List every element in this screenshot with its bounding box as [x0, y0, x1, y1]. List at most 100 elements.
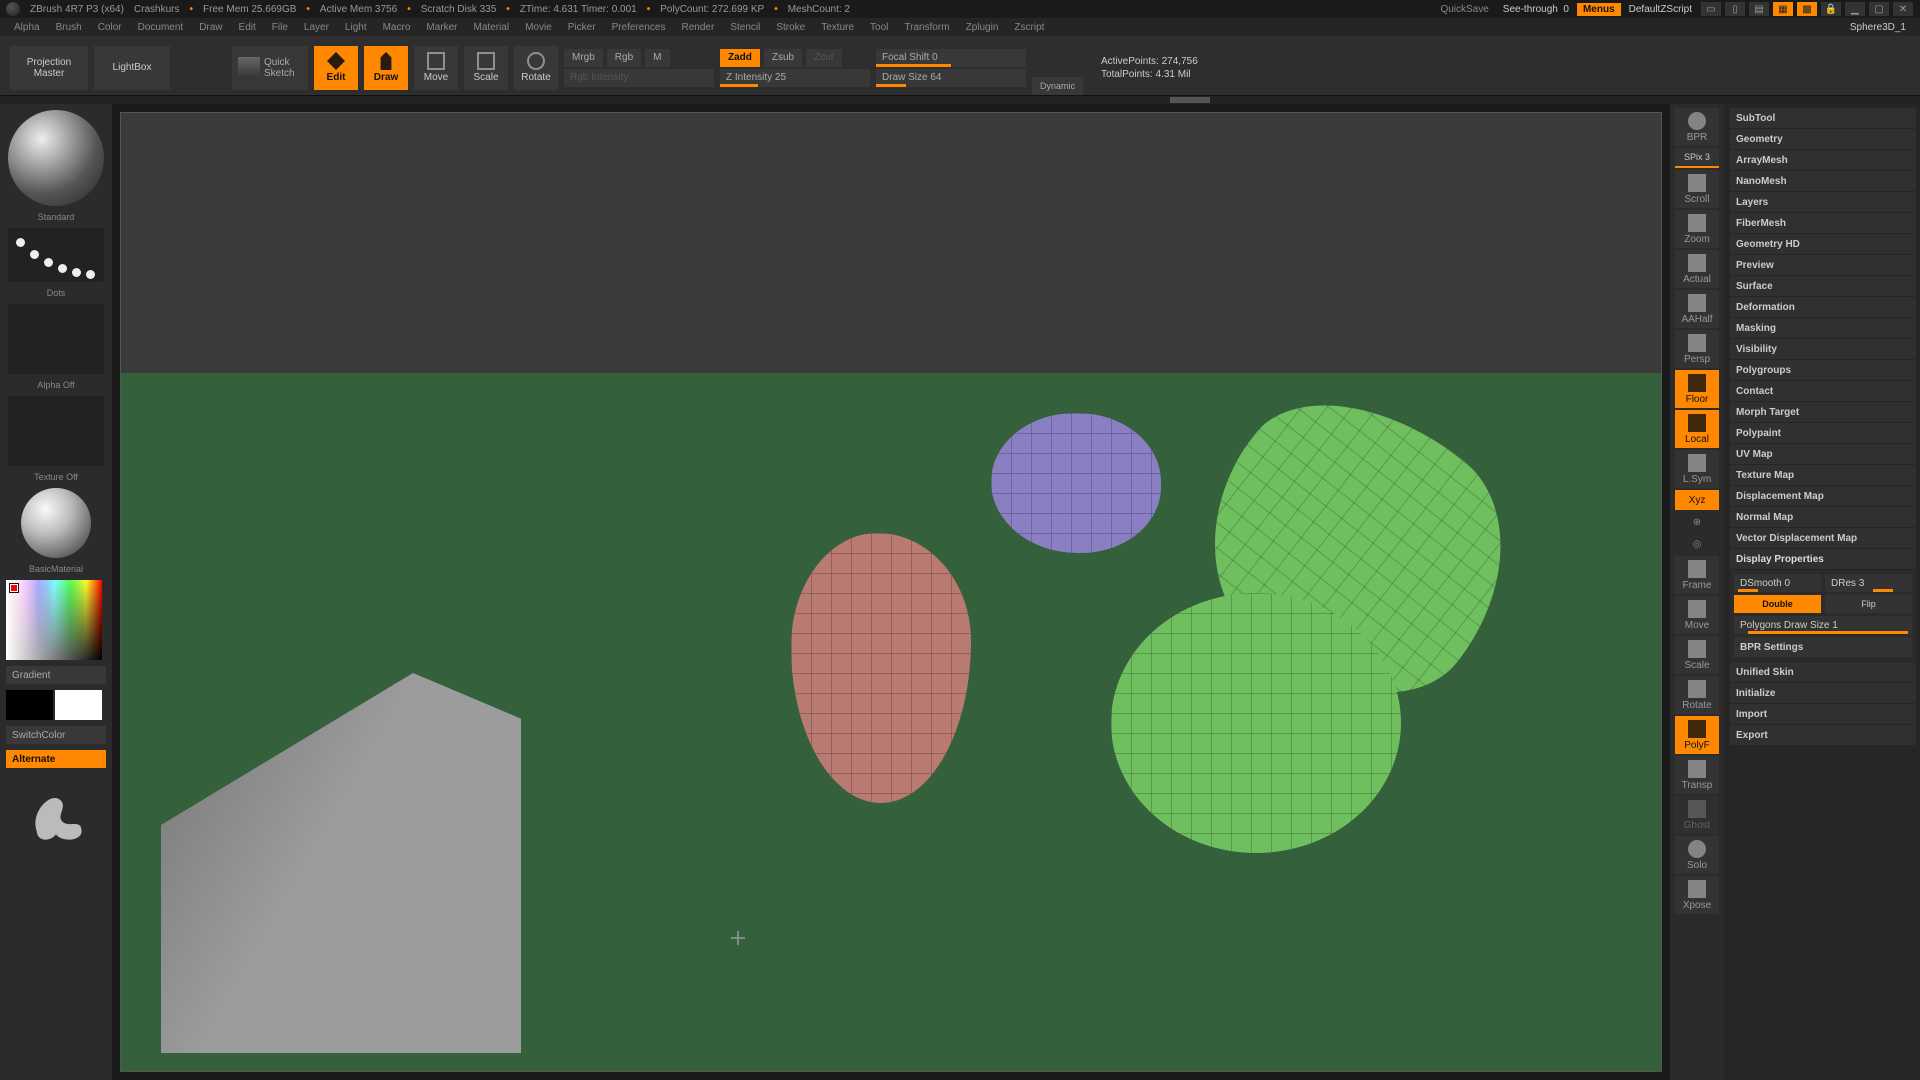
aahalf-button[interactable]: AAHalf	[1675, 290, 1719, 328]
timeline-strip[interactable]	[0, 96, 1920, 104]
xpose-button[interactable]: Xpose	[1675, 876, 1719, 914]
menu-layer[interactable]: Layer	[298, 21, 335, 34]
section-morphtarget[interactable]: Morph Target	[1730, 402, 1916, 422]
section-masking[interactable]: Masking	[1730, 318, 1916, 338]
spix-slider[interactable]: SPix 3	[1675, 148, 1719, 168]
dsmooth-slider[interactable]: DSmooth 0	[1734, 574, 1821, 592]
menu-stencil[interactable]: Stencil	[724, 21, 766, 34]
menu-stroke[interactable]: Stroke	[770, 21, 811, 34]
section-geometry[interactable]: Geometry	[1730, 129, 1916, 149]
section-contact[interactable]: Contact	[1730, 381, 1916, 401]
center-icon[interactable]: ⊕	[1675, 512, 1719, 532]
dres-slider[interactable]: DRes 3	[1825, 574, 1912, 592]
menu-transform[interactable]: Transform	[898, 21, 955, 34]
gradient-toggle[interactable]: Gradient	[6, 666, 106, 684]
menu-color[interactable]: Color	[92, 21, 128, 34]
section-initialize[interactable]: Initialize	[1730, 683, 1916, 703]
draw-mode-button[interactable]: Draw	[364, 46, 408, 90]
edit-mode-button[interactable]: Edit	[314, 46, 358, 90]
default-script[interactable]: DefaultZScript	[1623, 3, 1698, 16]
nav-move-button[interactable]: Move	[1675, 596, 1719, 634]
section-vdispmap[interactable]: Vector Displacement Map	[1730, 528, 1916, 548]
menu-edit[interactable]: Edit	[233, 21, 262, 34]
menu-preferences[interactable]: Preferences	[606, 21, 672, 34]
section-deformation[interactable]: Deformation	[1730, 297, 1916, 317]
persp-button[interactable]: Persp	[1675, 330, 1719, 368]
section-polygroups[interactable]: Polygroups	[1730, 360, 1916, 380]
menu-draw[interactable]: Draw	[193, 21, 228, 34]
lsym-button[interactable]: L.Sym	[1675, 450, 1719, 488]
layout-b-icon[interactable]: ▯	[1724, 1, 1746, 17]
rgb-toggle[interactable]: Rgb	[607, 49, 641, 67]
zcut-toggle[interactable]: Zcut	[806, 49, 841, 67]
brush-preview[interactable]	[8, 110, 104, 206]
stroke-preview[interactable]	[8, 228, 104, 282]
section-unifiedskin[interactable]: Unified Skin	[1730, 662, 1916, 682]
scale-mode-button[interactable]: Scale	[464, 46, 508, 90]
flip-toggle[interactable]: Flip	[1825, 595, 1912, 613]
section-texturemap[interactable]: Texture Map	[1730, 465, 1916, 485]
actual-button[interactable]: Actual	[1675, 250, 1719, 288]
scroll-button[interactable]: Scroll	[1675, 170, 1719, 208]
active-tool-label[interactable]: Sphere3D_1	[1844, 21, 1912, 34]
zsub-toggle[interactable]: Zsub	[764, 49, 802, 67]
menu-alpha[interactable]: Alpha	[8, 21, 46, 34]
bpr-settings-section[interactable]: BPR Settings	[1734, 637, 1912, 657]
menu-document[interactable]: Document	[132, 21, 190, 34]
menu-texture[interactable]: Texture	[815, 21, 860, 34]
section-layers[interactable]: Layers	[1730, 192, 1916, 212]
zoom-button[interactable]: Zoom	[1675, 210, 1719, 248]
draw-size-slider[interactable]: Draw Size 64	[876, 69, 1026, 87]
alpha-preview[interactable]	[8, 304, 104, 374]
section-geometryhd[interactable]: Geometry HD	[1730, 234, 1916, 254]
nav-rotate-button[interactable]: Rotate	[1675, 676, 1719, 714]
menu-file[interactable]: File	[266, 21, 294, 34]
primary-color-swatch[interactable]	[55, 690, 102, 720]
layout-d-icon[interactable]: ▦	[1772, 1, 1794, 17]
floor-button[interactable]: Floor	[1675, 370, 1719, 408]
polyf-button[interactable]: PolyF	[1675, 716, 1719, 754]
menu-material[interactable]: Material	[468, 21, 516, 34]
section-subtool[interactable]: SubTool	[1730, 108, 1916, 128]
local-button[interactable]: Local	[1675, 410, 1719, 448]
section-preview[interactable]: Preview	[1730, 255, 1916, 275]
lock-icon[interactable]: 🔒	[1820, 1, 1842, 17]
menu-picker[interactable]: Picker	[562, 21, 602, 34]
close-icon[interactable]: ✕	[1892, 1, 1914, 17]
menus-toggle[interactable]: Menus	[1577, 3, 1621, 16]
poly-draw-size-slider[interactable]: Polygons Draw Size 1	[1734, 616, 1912, 634]
menu-zscript[interactable]: Zscript	[1008, 21, 1050, 34]
menu-marker[interactable]: Marker	[420, 21, 463, 34]
maximize-icon[interactable]: ▢	[1868, 1, 1890, 17]
nav-scale-button[interactable]: Scale	[1675, 636, 1719, 674]
focal-shift-slider[interactable]: Focal Shift 0	[876, 49, 1026, 67]
menu-zplugin[interactable]: Zplugin	[960, 21, 1005, 34]
m-toggle[interactable]: M	[645, 49, 669, 67]
section-normalmap[interactable]: Normal Map	[1730, 507, 1916, 527]
alternate-toggle[interactable]: Alternate	[6, 750, 106, 768]
target-icon[interactable]: ◎	[1675, 534, 1719, 554]
menu-render[interactable]: Render	[676, 21, 721, 34]
menu-light[interactable]: Light	[339, 21, 373, 34]
section-import[interactable]: Import	[1730, 704, 1916, 724]
layout-a-icon[interactable]: ▭	[1700, 1, 1722, 17]
secondary-color-swatch[interactable]	[6, 690, 53, 720]
section-export[interactable]: Export	[1730, 725, 1916, 745]
solo-button[interactable]: Solo	[1675, 836, 1719, 874]
transp-button[interactable]: Transp	[1675, 756, 1719, 794]
menu-brush[interactable]: Brush	[50, 21, 88, 34]
minimize-icon[interactable]: ▁	[1844, 1, 1866, 17]
dynamic-toggle[interactable]: Dynamic	[1032, 77, 1083, 95]
section-uvmap[interactable]: UV Map	[1730, 444, 1916, 464]
material-preview[interactable]	[21, 488, 91, 558]
section-displayprops[interactable]: Display Properties	[1730, 549, 1916, 569]
z-intensity-slider[interactable]: Z Intensity 25	[720, 69, 870, 87]
zadd-toggle[interactable]: Zadd	[720, 49, 760, 67]
mrgb-toggle[interactable]: Mrgb	[564, 49, 603, 67]
color-picker[interactable]	[6, 580, 102, 660]
rgb-intensity-slider[interactable]: Rgb Intensity	[564, 69, 714, 87]
section-visibility[interactable]: Visibility	[1730, 339, 1916, 359]
ghost-button[interactable]: Ghost	[1675, 796, 1719, 834]
texture-preview[interactable]	[8, 396, 104, 466]
xyz-button[interactable]: Xyz	[1675, 490, 1719, 510]
